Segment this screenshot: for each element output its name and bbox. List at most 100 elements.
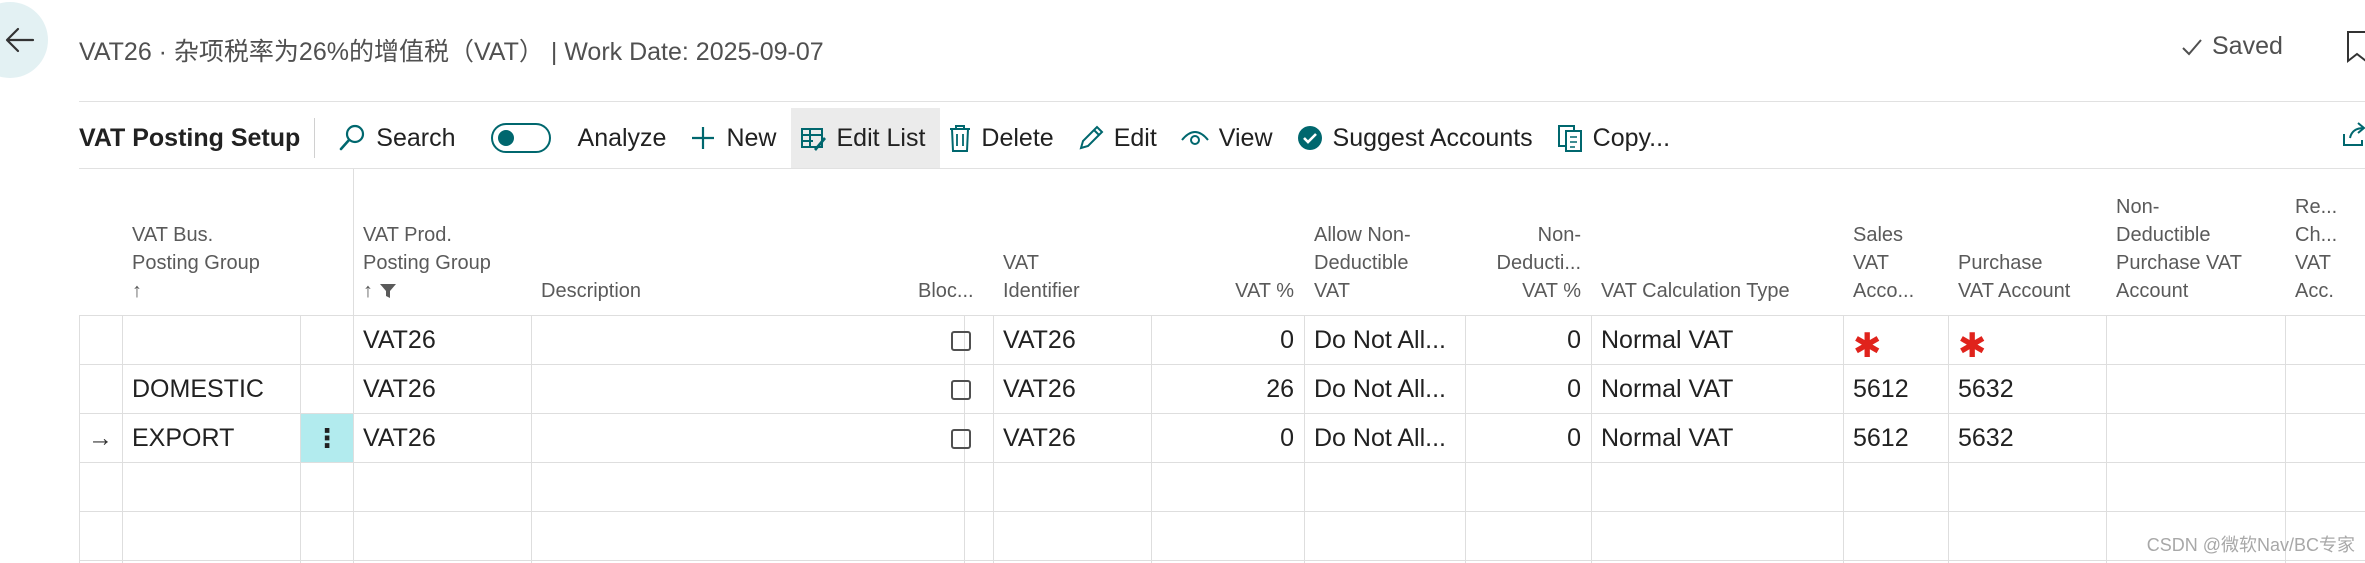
bookmark-button[interactable]: [2345, 30, 2365, 69]
delete-button[interactable]: Delete: [940, 108, 1068, 168]
suggest-accounts-label: Suggest Accounts: [1332, 123, 1533, 152]
view-button[interactable]: View: [1172, 108, 1288, 168]
edit-label: Edit: [1113, 123, 1157, 152]
copy-icon: [1557, 125, 1582, 152]
cell-sales-vat-account[interactable]: 5612: [1853, 414, 1947, 463]
cell-vat-identifier[interactable]: VAT26: [1003, 365, 1148, 414]
cell-vat-percent[interactable]: 0: [1151, 316, 1294, 365]
header-description[interactable]: Description: [531, 169, 964, 315]
view-label: View: [1218, 123, 1273, 152]
trash-icon: [950, 125, 971, 152]
empty-row[interactable]: [79, 511, 2365, 561]
header-non-deductible-vat-percent[interactable]: Non- Deducti... VAT %: [1465, 169, 1591, 315]
cell-vat-percent[interactable]: 26: [1151, 365, 1294, 414]
header-sales-vat-account[interactable]: Sales VAT Acco...: [1843, 169, 1948, 315]
header-reverse-charge-vat-account[interactable]: Re... Ch... VAT Acc.: [2285, 169, 2365, 315]
cell-calculation-type[interactable]: Normal VAT: [1601, 414, 1841, 463]
cell-bus-group[interactable]: DOMESTIC: [132, 365, 297, 414]
new-button[interactable]: New: [681, 108, 791, 168]
check-icon: [2182, 38, 2202, 55]
table-row[interactable]: → EXPORT ⋮ VAT26 VAT26 0 Do Not All... 0…: [79, 413, 2365, 463]
saved-label: Saved: [2212, 32, 2283, 60]
row-actions-menu[interactable]: ⋮: [301, 414, 353, 463]
cell-calculation-type[interactable]: Normal VAT: [1601, 365, 1841, 414]
cell-allow-non-deductible[interactable]: Do Not All...: [1314, 365, 1464, 414]
cell-prod-group[interactable]: VAT26: [363, 316, 528, 365]
cell-vat-identifier[interactable]: VAT26: [1003, 414, 1148, 463]
cell-description[interactable]: [541, 414, 961, 463]
cell-blocked[interactable]: [936, 365, 986, 414]
grid-bottom-border: [79, 560, 2365, 562]
analyze-toggle[interactable]: Analyze: [471, 108, 682, 168]
required-indicator: ✱: [1958, 326, 1987, 365]
share-button[interactable]: [2340, 122, 2365, 153]
header-allow-non-deductible-vat[interactable]: Allow Non- Deductible VAT: [1304, 169, 1465, 315]
search-button[interactable]: Search: [329, 108, 470, 168]
cell-bus-group[interactable]: EXPORT: [132, 414, 297, 463]
cell-description[interactable]: [541, 365, 961, 414]
copy-label: Copy...: [1592, 123, 1671, 152]
list-page-title: VAT Posting Setup: [79, 123, 301, 152]
cell-non-deductible-percent[interactable]: 0: [1465, 365, 1581, 414]
blocked-checkbox[interactable]: [951, 330, 971, 351]
cell-sales-vat-account[interactable]: 5612: [1853, 365, 1947, 414]
toolbar-separator: [314, 118, 316, 158]
cell-non-deductible-percent[interactable]: 0: [1465, 414, 1581, 463]
header-vat-calculation-type[interactable]: VAT Calculation Type: [1591, 169, 1843, 315]
header-vat-identifier[interactable]: VAT Identifier: [993, 169, 1151, 315]
edit-list-icon: [801, 128, 827, 151]
cell-blocked[interactable]: [936, 316, 986, 365]
header-purchase-vat-account[interactable]: Purchase VAT Account: [1948, 169, 2106, 315]
cell-vat-percent[interactable]: 0: [1151, 414, 1294, 463]
cell-blocked[interactable]: [936, 414, 986, 463]
edit-list-button[interactable]: Edit List: [791, 108, 941, 168]
cell-prod-group[interactable]: VAT26: [363, 414, 528, 463]
watermark: CSDN @微软Nav/BC专家: [2146, 535, 2355, 555]
delete-label: Delete: [981, 123, 1054, 152]
sort-asc-icon: ↑: [132, 280, 142, 302]
header-non-deductible-purchase-vat-account[interactable]: Non- Deductible Purchase VAT Account: [2106, 169, 2285, 315]
blocked-checkbox[interactable]: [951, 379, 971, 400]
cell-prod-group[interactable]: VAT26: [363, 365, 528, 414]
divider: [79, 101, 2365, 102]
vat-posting-setup-grid: VAT Bus. Posting Group ↑ VAT Prod. Posti…: [79, 169, 2365, 563]
edit-list-label: Edit List: [836, 123, 926, 152]
cell-purchase-vat-account[interactable]: 5632: [1958, 414, 2103, 463]
header-vat-percent[interactable]: VAT %: [1151, 169, 1304, 315]
cell-allow-non-deductible[interactable]: Do Not All...: [1314, 414, 1464, 463]
header-blocked[interactable]: Bloc...: [908, 169, 993, 315]
edit-button[interactable]: Edit: [1069, 108, 1172, 168]
pencil-icon: [1079, 125, 1104, 150]
bookmark-icon: [2347, 31, 2365, 64]
suggest-accounts-button[interactable]: Suggest Accounts: [1288, 108, 1548, 168]
cell-vat-identifier[interactable]: VAT26: [1003, 316, 1148, 365]
copy-button[interactable]: Copy...: [1548, 108, 1685, 168]
search-icon: [339, 124, 365, 151]
cell-sales-vat-account[interactable]: ✱: [1853, 316, 1947, 365]
cell-bus-group[interactable]: [132, 316, 297, 365]
header-vat-bus-posting-group[interactable]: VAT Bus. Posting Group ↑: [122, 169, 300, 315]
header-vat-prod-posting-group[interactable]: VAT Prod. Posting Group ↑: [353, 169, 531, 315]
table-row[interactable]: DOMESTIC VAT26 VAT26 26 Do Not All... 0 …: [79, 364, 2365, 414]
cell-purchase-vat-account[interactable]: 5632: [1958, 365, 2103, 414]
arrow-left-icon: [5, 27, 35, 53]
back-button[interactable]: [0, 2, 48, 78]
toggle-switch[interactable]: [490, 123, 551, 153]
empty-row[interactable]: [79, 462, 2365, 512]
saved-status: Saved: [2180, 32, 2283, 61]
cell-non-deductible-percent[interactable]: 0: [1465, 316, 1581, 365]
search-label: Search: [376, 123, 456, 152]
new-label: New: [726, 123, 777, 152]
plus-icon: [692, 127, 715, 149]
table-row[interactable]: VAT26 VAT26 0 Do Not All... 0 Normal VAT…: [79, 315, 2365, 365]
sort-asc-icon: ↑: [363, 280, 373, 302]
cell-allow-non-deductible[interactable]: Do Not All...: [1314, 316, 1464, 365]
cell-purchase-vat-account[interactable]: ✱: [1958, 316, 2103, 365]
blocked-checkbox[interactable]: [951, 428, 971, 449]
eye-icon: [1181, 131, 1209, 145]
page-title: VAT26 · 杂项税率为26%的增值税（VAT） | Work Date: 2…: [79, 38, 824, 66]
action-bar: VAT Posting Setup Search Analyze New Edi…: [79, 108, 2365, 168]
cell-calculation-type[interactable]: Normal VAT: [1601, 316, 1841, 365]
analyze-label: Analyze: [577, 123, 667, 152]
cell-description[interactable]: [541, 316, 961, 365]
